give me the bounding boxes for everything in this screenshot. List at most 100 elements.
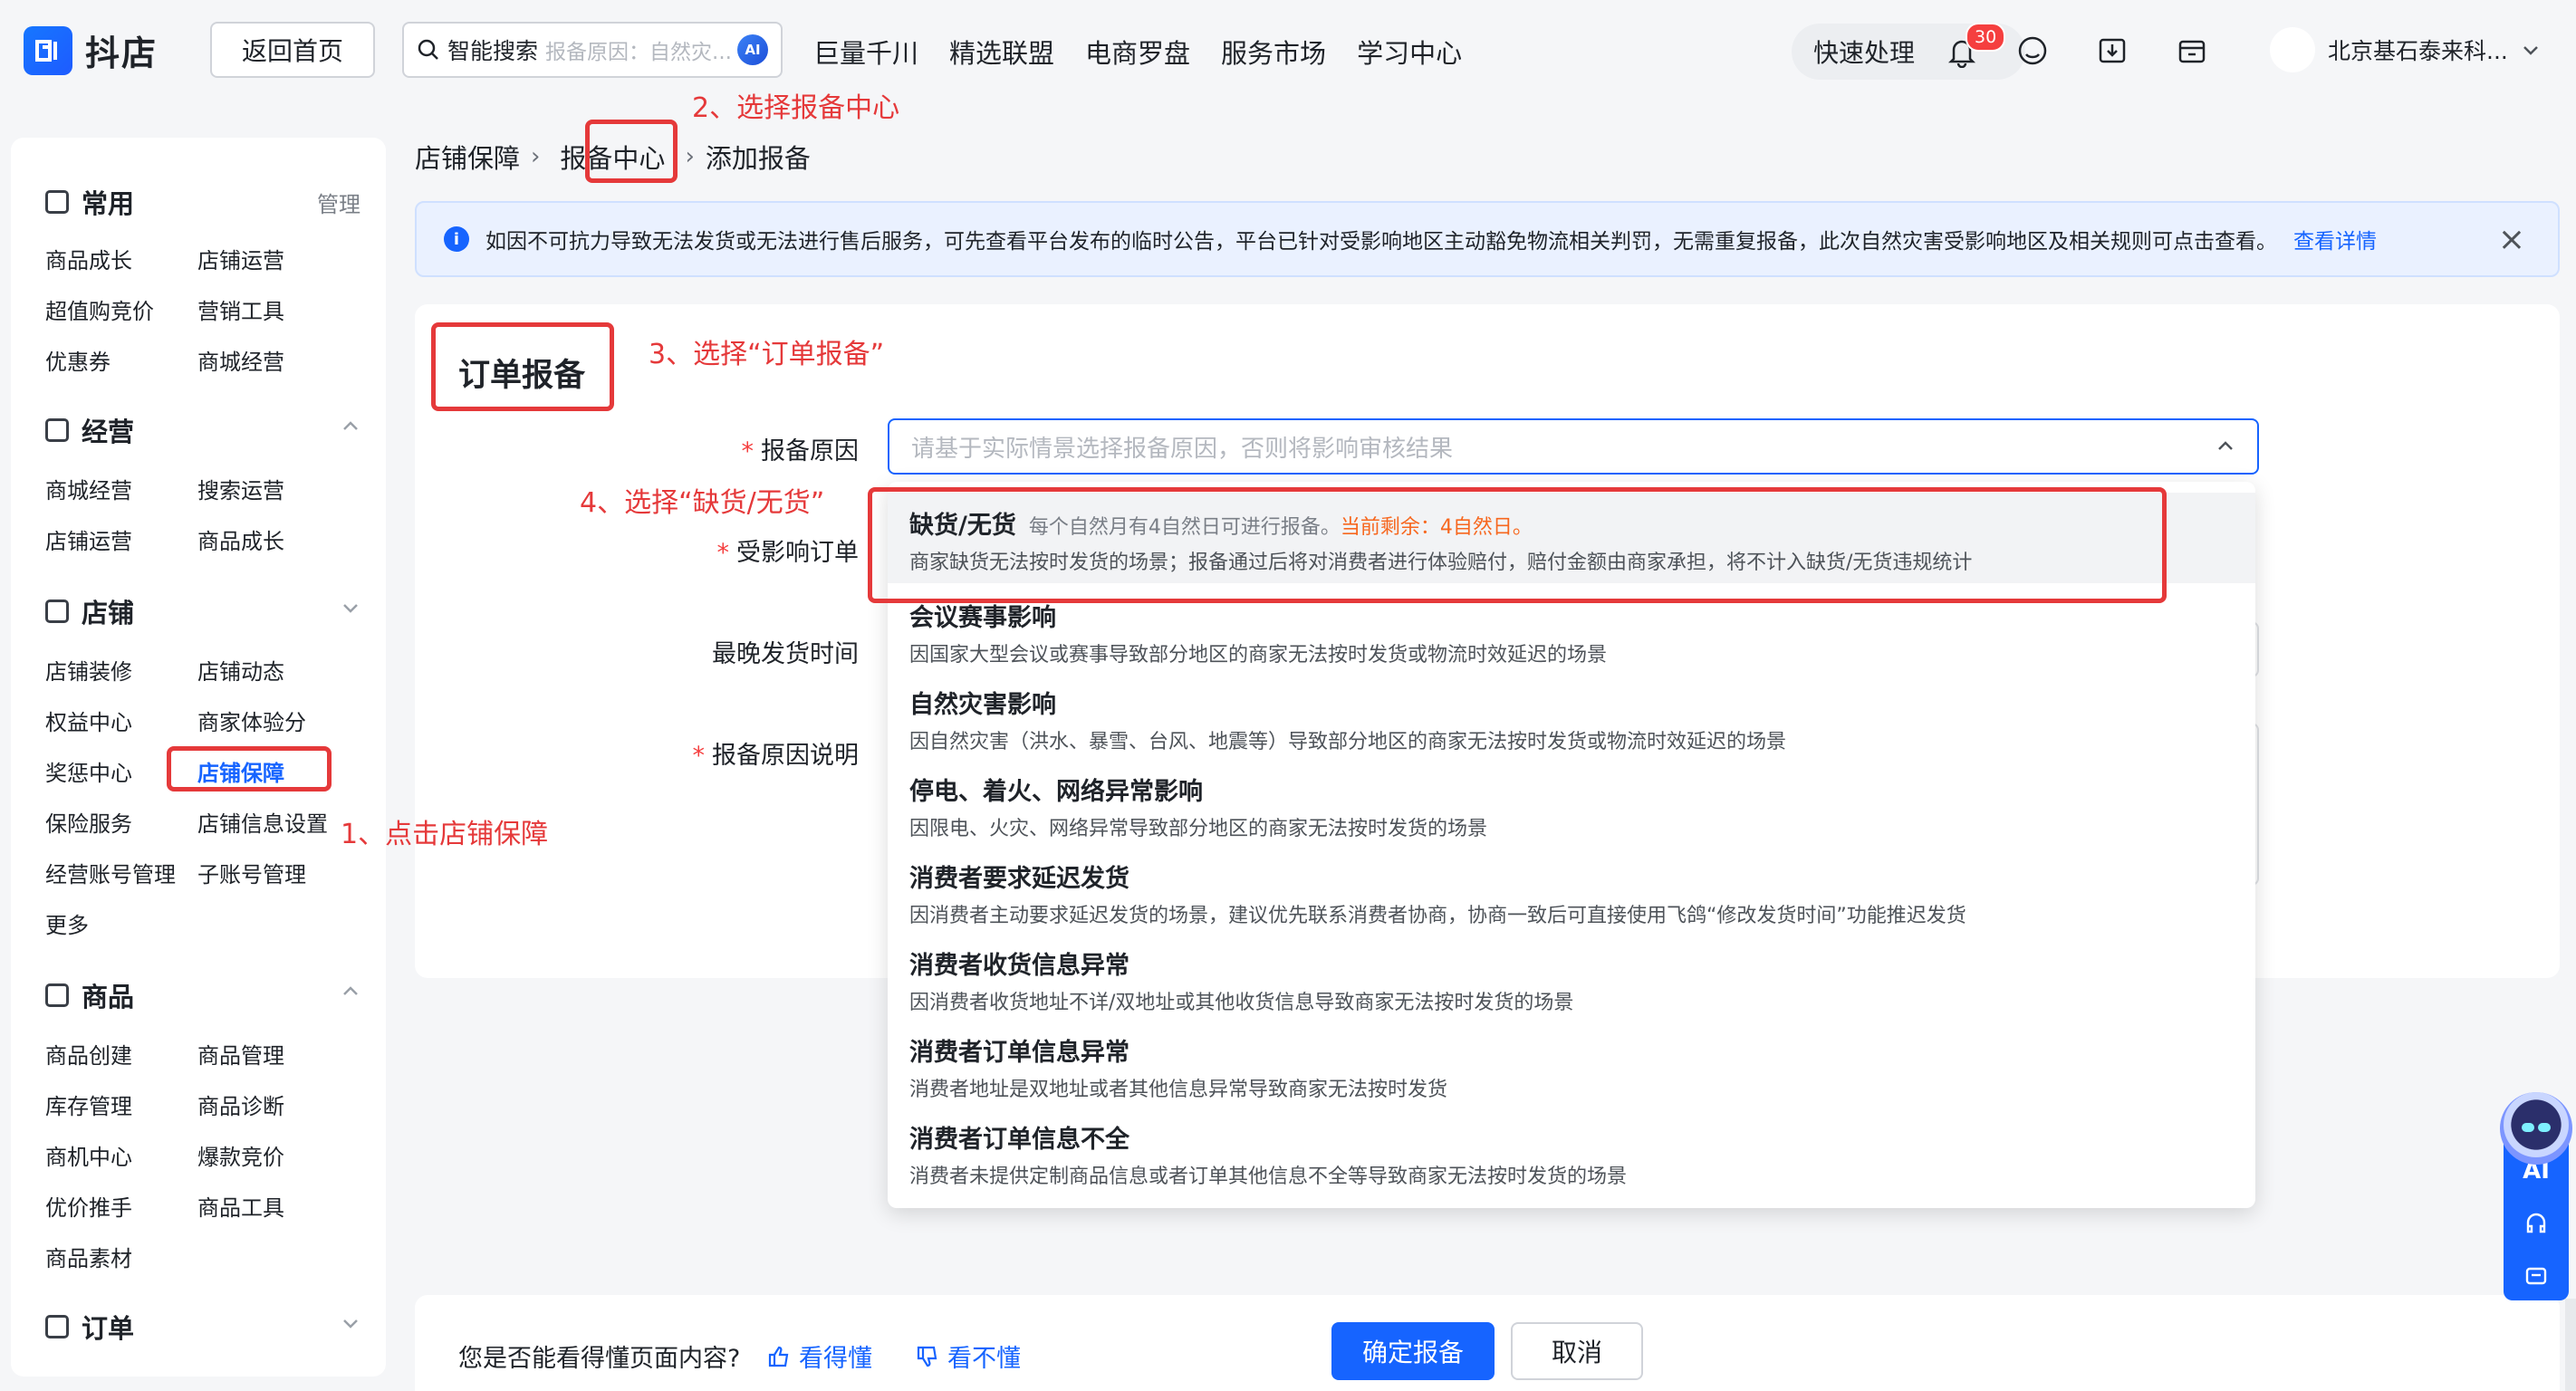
cancel-button[interactable]: 取消: [1511, 1322, 1643, 1380]
robot-assistant-icon[interactable]: [2500, 1092, 2572, 1165]
option-conference-event[interactable]: 会议赛事影响 因国家大型会议或赛事导致部分地区的商家无法按时发货或物流时效延迟的…: [888, 598, 2255, 667]
scrollbar[interactable]: [2565, 1299, 2576, 1391]
back-home-button[interactable]: 返回首页: [210, 22, 375, 78]
notice-view-details-link[interactable]: 查看详情: [2293, 224, 2377, 254]
option-desc: 消费者地址是双地址或者其他信息异常导致商家无法按时发货: [909, 1079, 1448, 1101]
chevron-down-icon: [2523, 46, 2538, 55]
download-icon[interactable]: [2094, 33, 2130, 69]
sidebar-group-product[interactable]: 商品: [45, 976, 134, 1014]
option-natural-disaster[interactable]: 自然灾害影响 因自然灾害（洪水、暴雪、台风、地震等）导致部分地区的商家无法按时发…: [888, 685, 2255, 754]
sidebar-item[interactable]: 商品工具: [197, 1190, 284, 1222]
sidebar-item[interactable]: 店铺运营: [45, 523, 132, 555]
reason-select[interactable]: 请基于实际情景选择报备原因，否则将影响审核结果: [888, 418, 2259, 475]
annotation-box-out-of-stock: [868, 487, 2167, 603]
confirm-filing-button[interactable]: 确定报备: [1331, 1322, 1495, 1380]
sidebar-item[interactable]: 商品诊断: [197, 1089, 284, 1120]
store-icon[interactable]: [2174, 33, 2210, 69]
sidebar-item[interactable]: 店铺装修: [45, 654, 132, 686]
breadcrumb-store-protection[interactable]: 店铺保障: [415, 138, 520, 176]
sidebar-item[interactable]: 超值购竞价: [45, 293, 154, 325]
sidebar-item[interactable]: 营销工具: [197, 293, 284, 325]
logo[interactable]: 抖店: [24, 25, 158, 75]
sidebar-group-operation[interactable]: 经营: [45, 411, 134, 449]
option-desc: 消费者未提供定制商品信息或者订单其他信息不全等导致商家无法按时发货的场景: [909, 1166, 1628, 1188]
sidebar-item[interactable]: 商品成长: [45, 243, 132, 274]
search-input[interactable]: 报备原因：自然灾...: [545, 34, 730, 65]
nav-item-qianchuan[interactable]: 巨量千川: [813, 33, 918, 71]
sidebar-group-title: 商品: [82, 982, 135, 1012]
sidebar-group-common: 常用: [45, 183, 134, 221]
sidebar-item-more[interactable]: 更多: [45, 907, 89, 939]
sidebar-group-title: 常用: [82, 188, 135, 219]
avatar[interactable]: [2270, 27, 2315, 72]
nav-item-alliance[interactable]: 精选联盟: [949, 33, 1054, 71]
headset-icon[interactable]: [2523, 1210, 2550, 1237]
smart-search-box[interactable]: 智能搜索 报备原因：自然灾... AI: [402, 22, 783, 78]
headset-service-icon[interactable]: [2014, 33, 2051, 69]
sidebar-item[interactable]: 优惠券: [45, 344, 111, 376]
option-power-fire-network[interactable]: 停电、着火、网络异常影响 因限电、火灾、网络异常导致部分地区的商家无法按时发货的…: [888, 772, 2255, 841]
notification-bell-icon[interactable]: 30: [1946, 23, 2006, 69]
nav-item-learning-center[interactable]: 学习中心: [1357, 33, 1462, 71]
notice-text: 如因不可抗力导致无法发货或无法进行售后服务，可先查看平台发布的临时公告，平台已针…: [485, 230, 2277, 254]
reason-label: * 报备原因: [741, 437, 860, 465]
reason-description-label: * 报备原因说明: [692, 742, 860, 770]
nav-item-service-market[interactable]: 服务市场: [1221, 33, 1326, 71]
annotation-box-store-protection: [167, 746, 332, 791]
option-consumer-delay[interactable]: 消费者要求延迟发货 因消费者主动要求延迟发货的场景，建议优先联系消费者协商，协商…: [888, 859, 2255, 928]
logo-text: 抖店: [85, 34, 159, 73]
option-title: 消费者订单信息不全: [909, 1126, 1129, 1154]
feedback-not-understand-button[interactable]: 看不懂: [915, 1338, 1021, 1374]
sidebar-item[interactable]: 优价推手: [45, 1190, 132, 1222]
quick-process[interactable]: 快速处理 30: [1792, 23, 2025, 80]
option-title: 消费者收货信息异常: [909, 952, 1129, 980]
top-icon-group: [2014, 33, 2210, 69]
sidebar-item[interactable]: 商城经营: [197, 344, 284, 376]
option-title: 停电、着火、网络异常影响: [909, 778, 1203, 806]
sidebar-item[interactable]: 保险服务: [45, 806, 132, 838]
sidebar-group-title: 店铺: [82, 598, 135, 628]
message-icon[interactable]: [2523, 1262, 2550, 1290]
sidebar-manage-link[interactable]: 管理: [317, 187, 360, 218]
sidebar-item[interactable]: 商品成长: [197, 523, 284, 555]
chevron-down-icon[interactable]: [341, 1313, 360, 1333]
sidebar-item[interactable]: 店铺动态: [197, 654, 284, 686]
sidebar-item[interactable]: 搜索运营: [197, 473, 284, 504]
affected-orders-label: * 受影响订单: [716, 539, 860, 567]
option-desc: 因消费者收货地址不详/双地址或其他收货信息导致商家无法按时发货的场景: [909, 992, 1574, 1014]
chevron-right-icon: ›: [685, 143, 695, 170]
sidebar-group-title: 订单: [82, 1313, 135, 1344]
chevron-up-icon[interactable]: [341, 982, 360, 1002]
user-account-menu[interactable]: 北京基石泰来科...: [2270, 27, 2541, 72]
sidebar-group-store[interactable]: 店铺: [45, 592, 134, 630]
chevron-up-icon[interactable]: [341, 417, 360, 436]
sidebar-item[interactable]: 店铺运营: [197, 243, 284, 274]
nav-item-compass[interactable]: 电商罗盘: [1085, 33, 1190, 71]
sidebar-group-order[interactable]: 订单: [45, 1308, 134, 1346]
sidebar-item[interactable]: 爆款竞价: [197, 1139, 284, 1171]
sidebar-item[interactable]: 子账号管理: [197, 857, 306, 888]
sidebar-item[interactable]: 商城经营: [45, 473, 132, 504]
option-consumer-order-incomplete[interactable]: 消费者订单信息不全 消费者未提供定制商品信息或者订单其他信息不全等导致商家无法按…: [888, 1119, 2255, 1189]
sidebar-item[interactable]: 商品素材: [45, 1241, 132, 1272]
ai-badge-icon[interactable]: AI: [737, 34, 768, 65]
feedback-understand-button[interactable]: 看得懂: [766, 1338, 872, 1374]
chart-icon: [45, 418, 69, 442]
notification-count-badge: 30: [1966, 23, 2006, 52]
sidebar-item[interactable]: 奖惩中心: [45, 755, 132, 787]
sidebar-item[interactable]: 店铺信息设置: [197, 806, 328, 838]
thumbs-up-icon: [768, 1346, 789, 1367]
option-consumer-address-abnormal[interactable]: 消费者收货信息异常 因消费者收货地址不详/双地址或其他收货信息导致商家无法按时发…: [888, 945, 2255, 1015]
sidebar-item[interactable]: 商机中心: [45, 1139, 132, 1171]
close-icon[interactable]: ×: [2498, 224, 2525, 256]
folder-icon: [45, 190, 69, 214]
sidebar-item[interactable]: 商品管理: [197, 1038, 284, 1070]
sidebar-item[interactable]: 经营账号管理: [45, 857, 176, 888]
thumbs-down-icon: [917, 1346, 937, 1367]
sidebar-item[interactable]: 商家体验分: [197, 705, 306, 736]
sidebar-item[interactable]: 商品创建: [45, 1038, 132, 1070]
sidebar-item[interactable]: 库存管理: [45, 1089, 132, 1120]
sidebar-item[interactable]: 权益中心: [45, 705, 132, 736]
option-consumer-order-abnormal[interactable]: 消费者订单信息异常 消费者地址是双地址或者其他信息异常导致商家无法按时发货: [888, 1032, 2255, 1102]
chevron-down-icon[interactable]: [341, 598, 360, 618]
